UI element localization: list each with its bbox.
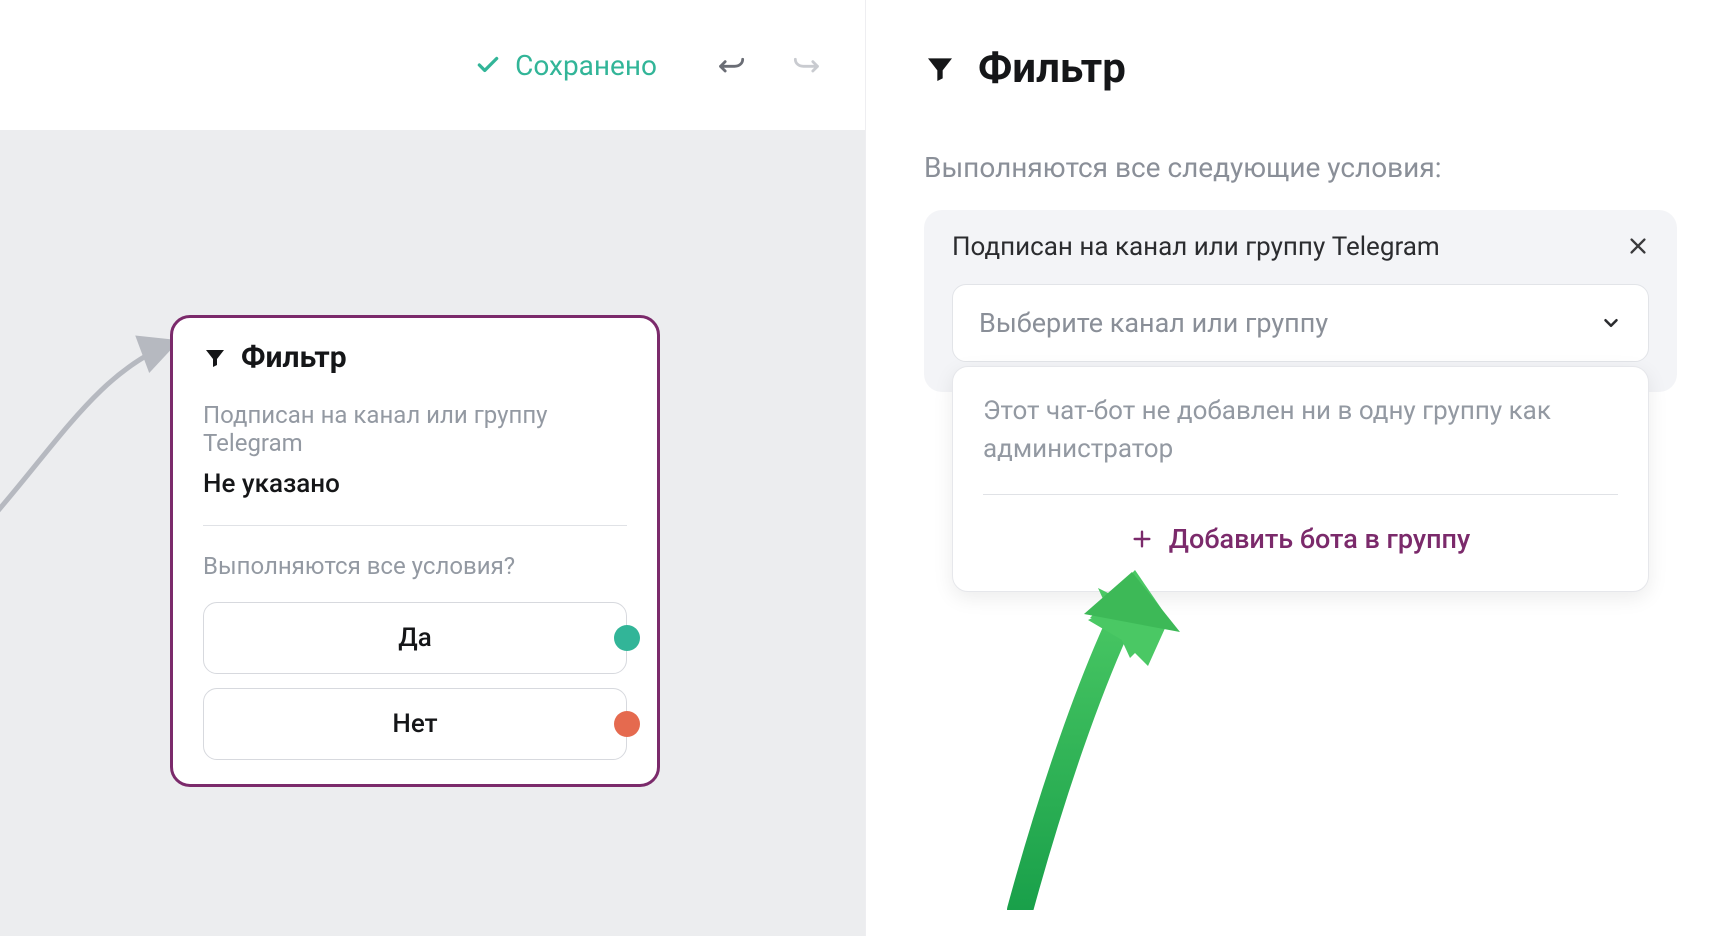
filter-node-header: Фильтр [203,340,627,375]
saved-label: Сохранено [515,49,657,82]
filter-condition-value: Не указано [203,469,627,499]
filter-node-card[interactable]: Фильтр Подписан на канал или группу Tele… [170,315,660,787]
chevron-down-icon [1600,312,1622,334]
flow-canvas[interactable]: Фильтр Подписан на канал или группу Tele… [0,130,865,936]
condition-group: Подписан на канал или группу Telegram Вы… [924,210,1677,392]
filter-icon [924,53,956,85]
filter-icon [203,346,227,370]
add-bot-label: Добавить бота в группу [1169,523,1470,555]
undo-button[interactable] [713,50,749,81]
panel-conditions-intro: Выполняются все следующие условия: [924,151,1677,184]
filter-settings-panel: Фильтр Выполняются все следующие условия… [865,0,1735,936]
divider [203,525,627,526]
saved-status: Сохранено [475,49,657,82]
branch-no-label: Нет [392,709,437,739]
no-groups-message: Этот чат-бот не добавлен ни в одну групп… [983,393,1618,495]
close-icon [1627,235,1649,257]
branch-yes-label: Да [398,623,431,653]
branch-no-button[interactable]: Нет [203,688,627,760]
panel-header: Фильтр [924,44,1677,93]
redo-icon [793,54,821,74]
branch-yes-button[interactable]: Да [203,602,627,674]
undo-redo-group [713,50,825,81]
undo-icon [717,54,745,74]
condition-header: Подписан на канал или группу Telegram [952,232,1649,262]
panel-title-text: Фильтр [978,44,1126,93]
condition-type-label: Подписан на канал или группу Telegram [952,232,1440,262]
dropdown-placeholder: Выберите канал или группу [979,307,1328,339]
branch-yes-port[interactable] [614,625,640,651]
filter-node-title: Фильтр [241,340,347,375]
redo-button[interactable] [789,50,825,81]
filter-condition-label: Подписан на канал или группу Telegram [203,401,627,457]
check-icon [475,52,501,78]
filter-question: Выполняются все условия? [203,552,627,580]
channel-select-dropdown[interactable]: Выберите канал или группу [952,284,1649,362]
branch-no-port[interactable] [614,711,640,737]
editor-toolbar: Сохранено [0,0,865,130]
plus-icon [1131,528,1153,550]
channel-select-popover: Этот чат-бот не добавлен ни в одну групп… [952,366,1649,592]
add-bot-to-group-button[interactable]: Добавить бота в группу [983,513,1618,565]
remove-condition-button[interactable] [1627,235,1649,260]
